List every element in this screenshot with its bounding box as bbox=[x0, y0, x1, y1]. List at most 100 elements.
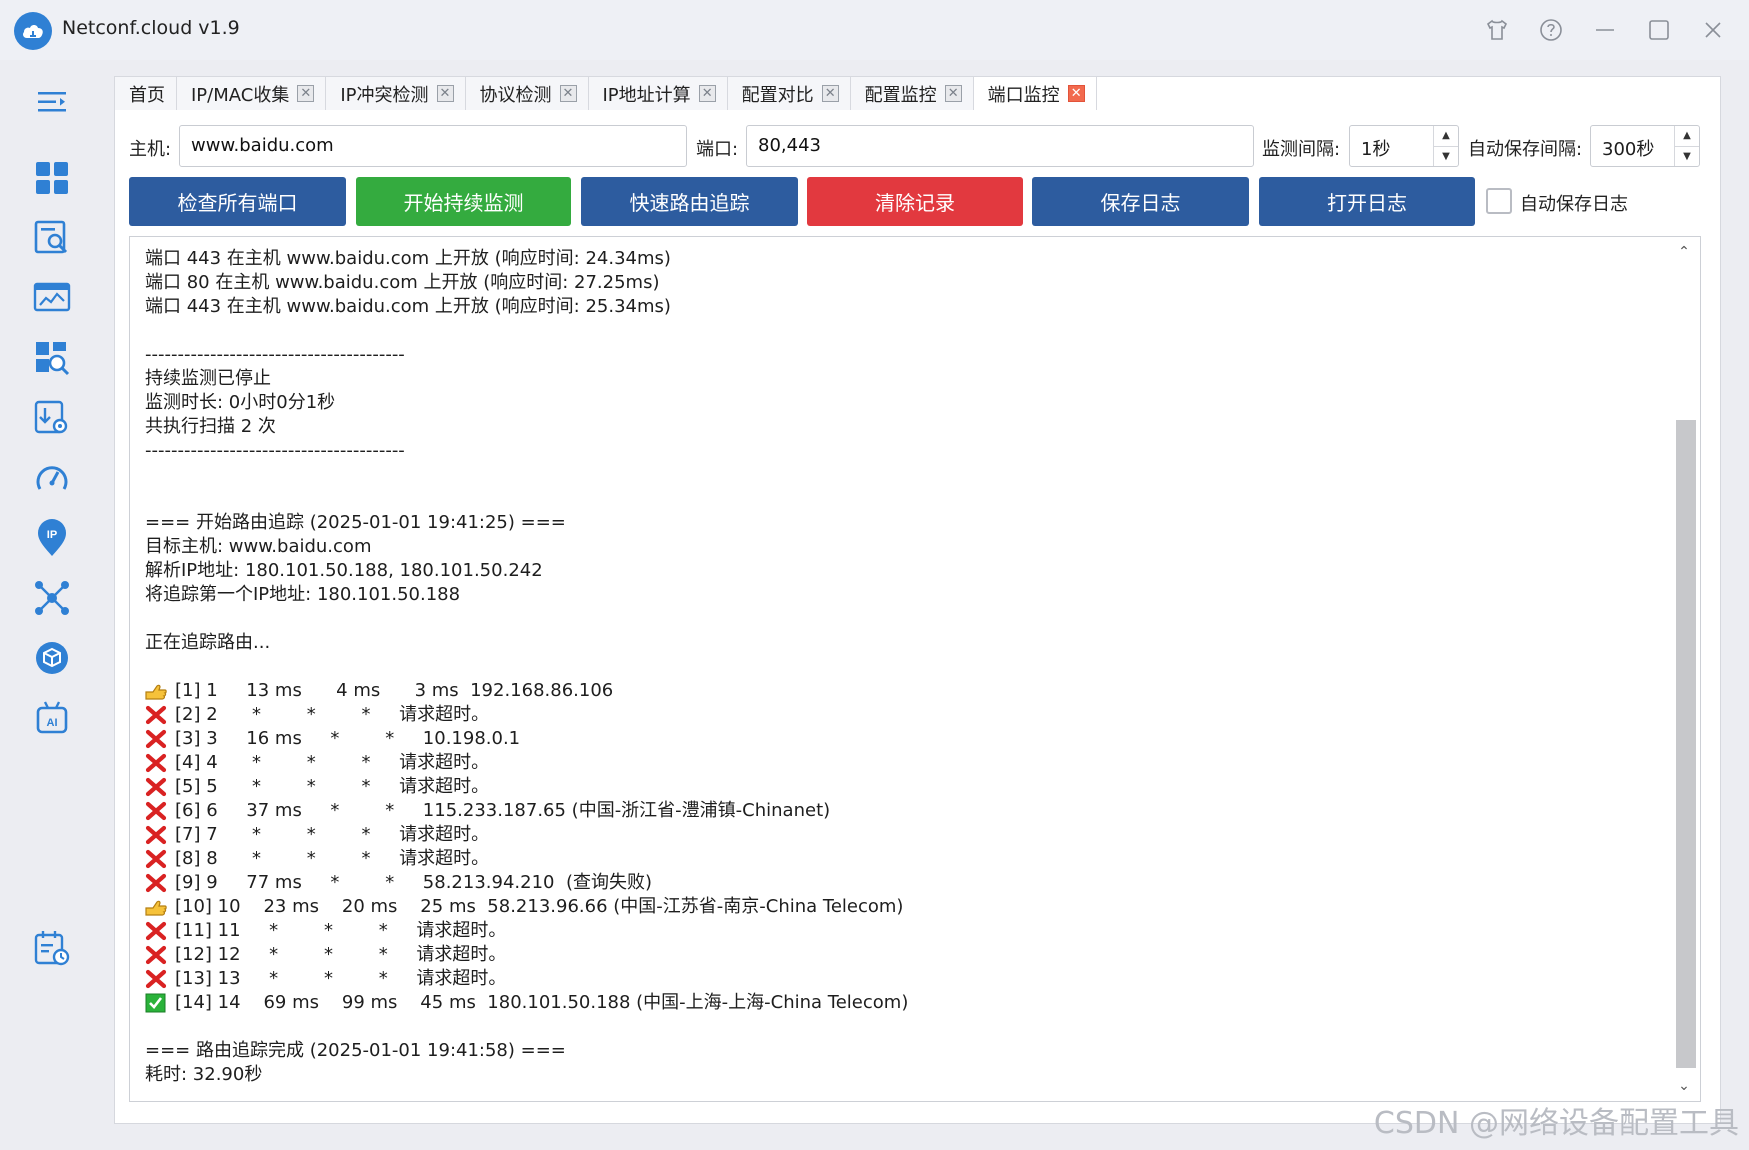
tab-ip-mac-collect[interactable]: IP/MAC收集 ✕ bbox=[176, 76, 326, 110]
log-line-text: 端口 443 在主机 www.baidu.com 上开放 (响应时间: 25.3… bbox=[145, 296, 671, 317]
log-line-text: 端口 80 在主机 www.baidu.com 上开放 (响应时间: 27.25… bbox=[145, 272, 660, 293]
log-line: [6] 6 37 ms * * 115.233.187.65 (中国-浙江省-澧… bbox=[145, 799, 1665, 823]
tab-config-compare[interactable]: 配置对比 ✕ bbox=[726, 76, 850, 110]
tab-label: 配置监控 bbox=[864, 84, 937, 106]
spin-up-icon[interactable]: ▲ bbox=[1434, 126, 1458, 146]
log-line: === 路由追踪完成 (2025-01-01 19:41:58) === bbox=[145, 1039, 1665, 1063]
log-line: [10] 10 23 ms 20 ms 25 ms 58.213.96.66 (… bbox=[145, 895, 1665, 919]
scroll-up-icon[interactable]: ⌃ bbox=[1671, 240, 1697, 264]
cross-icon bbox=[145, 801, 167, 821]
ai-robot-icon[interactable]: AI bbox=[30, 696, 74, 740]
log-output[interactable]: 端口 443 在主机 www.baidu.com 上开放 (响应时间: 24.3… bbox=[129, 236, 1701, 1102]
log-line-text: ---------------------------------------- bbox=[145, 344, 405, 365]
cross-icon bbox=[145, 705, 167, 725]
grid-search-icon[interactable] bbox=[30, 336, 74, 380]
host-input[interactable]: www.baidu.com bbox=[179, 125, 687, 167]
close-window-icon[interactable] bbox=[1699, 16, 1727, 44]
speed-gauge-icon[interactable] bbox=[30, 456, 74, 500]
cross-icon bbox=[145, 825, 167, 845]
log-line: [9] 9 77 ms * * 58.213.94.210 (查询失败) bbox=[145, 871, 1665, 895]
tab-ip-calc[interactable]: IP地址计算 ✕ bbox=[587, 76, 727, 110]
autosave-interval-spinbox[interactable]: 300秒 ▲ ▼ bbox=[1590, 125, 1700, 167]
log-line: 解析IP地址: 180.101.50.188, 180.101.50.242 bbox=[145, 559, 1665, 583]
interval-spinbox[interactable]: 1秒 ▲ ▼ bbox=[1349, 125, 1459, 167]
spin-down-icon[interactable]: ▼ bbox=[1675, 146, 1699, 167]
tab-label: 协议检测 bbox=[479, 84, 552, 106]
network-topology-icon[interactable] bbox=[30, 576, 74, 620]
hand-point-icon bbox=[145, 897, 167, 917]
spin-down-icon[interactable]: ▼ bbox=[1434, 146, 1458, 167]
log-line: 持续监测已停止 bbox=[145, 367, 1665, 391]
maximize-icon[interactable] bbox=[1645, 16, 1673, 44]
tab-config-monitor[interactable]: 配置监控 ✕ bbox=[849, 76, 973, 110]
tab-close-icon[interactable]: ✕ bbox=[559, 85, 577, 102]
log-line: [1] 1 13 ms 4 ms 3 ms 192.168.86.106 bbox=[145, 679, 1665, 703]
cross-icon bbox=[145, 945, 167, 965]
log-line: [5] 5 * * * 请求超时。 bbox=[145, 775, 1665, 799]
tab-label: 首页 bbox=[129, 84, 165, 106]
log-line-text: [7] 7 * * * 请求超时。 bbox=[175, 824, 490, 845]
tab-label: 端口监控 bbox=[987, 84, 1060, 106]
help-icon[interactable] bbox=[1537, 16, 1565, 44]
vertical-scrollbar[interactable]: ⌃ ⌄ bbox=[1671, 240, 1697, 1098]
tab-close-icon[interactable]: ✕ bbox=[436, 85, 454, 102]
log-line: 共执行扫描 2 次 bbox=[145, 415, 1665, 439]
autosave-interval-value: 300秒 bbox=[1602, 139, 1655, 160]
watermark: CSDN @网络设备配置工具 bbox=[1373, 1106, 1739, 1141]
tab-close-icon[interactable]: ✕ bbox=[821, 85, 839, 102]
log-line: [3] 3 16 ms * * 10.198.0.1 bbox=[145, 727, 1665, 751]
log-line: 目标主机: www.baidu.com bbox=[145, 535, 1665, 559]
port-input[interactable]: 80,443 bbox=[746, 125, 1254, 167]
check-all-ports-button[interactable]: 检查所有端口 bbox=[129, 177, 346, 226]
log-line-text: 持续监测已停止 bbox=[145, 368, 271, 389]
tab-close-icon[interactable]: ✕ bbox=[944, 85, 962, 102]
tab-close-icon[interactable]: ✕ bbox=[698, 85, 716, 102]
schedule-calendar-icon[interactable] bbox=[30, 926, 74, 970]
log-line: [8] 8 * * * 请求超时。 bbox=[145, 847, 1665, 871]
clear-log-button[interactable]: 清除记录 bbox=[807, 177, 1023, 226]
host-label: 主机: bbox=[129, 139, 172, 160]
auto-save-checkbox[interactable] bbox=[1486, 188, 1512, 214]
menu-toggle-icon[interactable] bbox=[30, 80, 74, 124]
scroll-thumb[interactable] bbox=[1676, 420, 1696, 1068]
monitor-chart-icon[interactable] bbox=[30, 276, 74, 320]
hand-point-icon bbox=[145, 681, 167, 701]
log-line-text: 将追踪第一个IP地址: 180.101.50.188 bbox=[145, 584, 461, 605]
tab-port-monitor[interactable]: 端口监控 ✕ bbox=[972, 76, 1097, 110]
minimize-icon[interactable] bbox=[1591, 16, 1619, 44]
skin-shirt-icon[interactable] bbox=[1483, 16, 1511, 44]
scroll-down-icon[interactable]: ⌄ bbox=[1671, 1074, 1697, 1098]
tab-close-icon[interactable]: ✕ bbox=[297, 85, 315, 102]
autosave-interval-label: 自动保存间隔: bbox=[1468, 139, 1583, 160]
log-lines: 端口 443 在主机 www.baidu.com 上开放 (响应时间: 24.3… bbox=[145, 247, 1665, 1087]
tab-home[interactable]: 首页 bbox=[114, 76, 176, 110]
quick-traceroute-button[interactable]: 快速路由追踪 bbox=[581, 177, 798, 226]
cross-icon bbox=[145, 873, 167, 893]
tab-ip-conflict[interactable]: IP冲突检测 ✕ bbox=[325, 76, 465, 110]
cross-icon bbox=[145, 921, 167, 941]
spin-up-icon[interactable]: ▲ bbox=[1675, 126, 1699, 146]
ip-location-icon[interactable]: IP bbox=[30, 516, 74, 560]
log-line: === 开始路由追踪 (2025-01-01 19:41:25) === bbox=[145, 511, 1665, 535]
log-line-text: 正在追踪路由... bbox=[145, 632, 271, 653]
start-monitor-button[interactable]: 开始持续监测 bbox=[356, 177, 571, 226]
document-search-icon[interactable] bbox=[30, 216, 74, 260]
log-line: [2] 2 * * * 请求超时。 bbox=[145, 703, 1665, 727]
save-log-button[interactable]: 保存日志 bbox=[1032, 177, 1249, 226]
download-settings-icon[interactable] bbox=[30, 396, 74, 440]
svg-text:AI: AI bbox=[47, 717, 58, 729]
tab-label: IP/MAC收集 bbox=[191, 84, 290, 106]
open-log-button[interactable]: 打开日志 bbox=[1259, 177, 1475, 226]
log-line: ---------------------------------------- bbox=[145, 439, 1665, 463]
tab-close-icon[interactable]: ✕ bbox=[1067, 85, 1085, 102]
log-line-text: [8] 8 * * * 请求超时。 bbox=[175, 848, 490, 869]
spin-arrows: ▲ ▼ bbox=[1433, 126, 1458, 166]
dashboard-grid-icon[interactable] bbox=[30, 156, 74, 200]
log-line-text: [11] 11 * * * 请求超时。 bbox=[175, 920, 507, 941]
package-cube-icon[interactable] bbox=[30, 636, 74, 680]
tab-protocol-check[interactable]: 协议检测 ✕ bbox=[464, 76, 588, 110]
